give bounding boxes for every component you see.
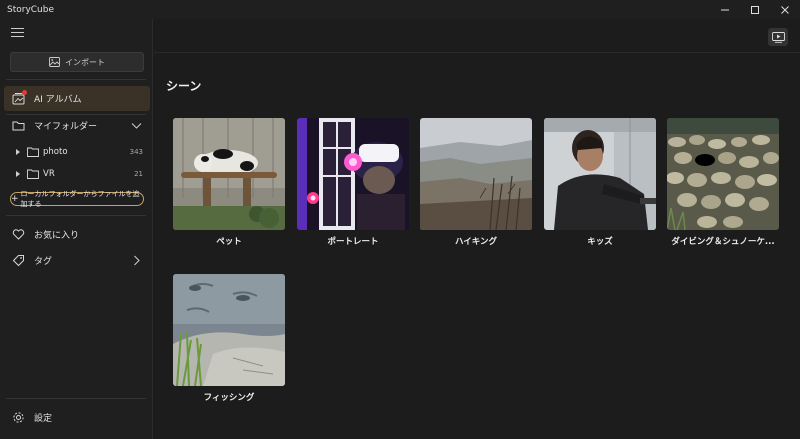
scene-card-diving[interactable]: ダイビング＆シュノーケ... bbox=[667, 118, 779, 252]
slideshow-icon bbox=[771, 31, 785, 43]
stones-photo bbox=[667, 118, 779, 230]
maximize-button[interactable] bbox=[740, 0, 770, 19]
panda-photo bbox=[173, 118, 285, 230]
hamburger-menu-icon[interactable] bbox=[11, 27, 24, 38]
my-folders-label: マイフォルダー bbox=[34, 122, 98, 132]
ai-album-label: AI アルバム bbox=[34, 95, 82, 105]
favorites-label: お気に入り bbox=[34, 231, 80, 241]
scene-card-kids[interactable]: キッズ bbox=[544, 118, 656, 252]
plus-icon: + bbox=[11, 194, 19, 204]
section-title: シーン bbox=[166, 79, 202, 93]
close-button[interactable] bbox=[770, 0, 800, 19]
folder-item-photo[interactable]: photo 343 bbox=[14, 143, 146, 161]
scene-label: フィッシング bbox=[203, 393, 255, 403]
image-icon bbox=[49, 57, 60, 67]
add-local-folder-button[interactable]: + ローカルフォルダーからファイルを追加する bbox=[10, 190, 144, 208]
sidebar-item-ai-album[interactable]: AI アルバム bbox=[4, 86, 150, 111]
gear-icon bbox=[12, 412, 24, 423]
slideshow-button[interactable] bbox=[768, 28, 788, 46]
close-icon bbox=[781, 5, 789, 14]
tag-icon bbox=[12, 255, 24, 267]
main-toolbar bbox=[154, 19, 800, 53]
scene-label: ハイキング bbox=[454, 237, 498, 247]
scene-thumbnail[interactable] bbox=[173, 274, 285, 386]
scene-thumbnail[interactable] bbox=[544, 118, 656, 230]
scene-label: ペット bbox=[216, 237, 242, 247]
scene-label: ダイビング＆シュノーケ... bbox=[671, 237, 775, 247]
folder-count: 21 bbox=[134, 170, 143, 178]
scene-card-pets[interactable]: ペット bbox=[173, 118, 285, 252]
sidebar-item-settings[interactable]: 設定 bbox=[4, 405, 150, 430]
water-rocks-photo bbox=[173, 274, 285, 386]
folder-name: VR bbox=[43, 169, 55, 179]
divider bbox=[6, 215, 146, 216]
import-label: インポート bbox=[65, 57, 105, 67]
notification-dot bbox=[22, 89, 27, 95]
scene-card-portrait[interactable]: ポートレート bbox=[297, 118, 409, 252]
scene-thumbnail[interactable] bbox=[667, 118, 779, 230]
scene-thumbnail[interactable] bbox=[297, 118, 409, 230]
add-folder-label: ローカルフォルダーからファイルを追加する bbox=[20, 190, 140, 208]
sidebar-item-tags[interactable]: タグ bbox=[4, 248, 150, 273]
sidebar: インポート AI アルバム マイフォルダー photo 343 VR 21 + … bbox=[0, 19, 153, 439]
folder-name: photo bbox=[43, 147, 68, 157]
folder-count: 343 bbox=[129, 148, 143, 156]
heart-icon bbox=[12, 229, 24, 240]
scene-card-fishing[interactable]: フィッシング bbox=[173, 274, 285, 408]
expand-arrow-icon[interactable] bbox=[14, 170, 22, 178]
expand-arrow-icon[interactable] bbox=[14, 148, 22, 156]
title-bar: StoryCube bbox=[0, 0, 800, 19]
mountain-landscape-photo bbox=[420, 118, 532, 230]
folder-icon bbox=[12, 121, 24, 131]
minimize-icon bbox=[721, 9, 729, 10]
scene-thumbnail[interactable] bbox=[420, 118, 532, 230]
scene-label: ポートレート bbox=[327, 237, 379, 247]
app-title: StoryCube bbox=[7, 4, 55, 15]
scene-thumbnail[interactable] bbox=[173, 118, 285, 230]
main-content: シーン ペット ポートレート ハイキング キッズ ダイビング＆シュノーケ... … bbox=[154, 19, 800, 439]
vr-portrait-photo bbox=[297, 118, 409, 230]
sidebar-item-favorites[interactable]: お気に入り bbox=[4, 222, 150, 247]
settings-label: 設定 bbox=[34, 414, 53, 424]
divider bbox=[6, 398, 146, 399]
import-button[interactable]: インポート bbox=[10, 52, 144, 72]
folder-icon bbox=[27, 147, 39, 157]
folder-item-vr[interactable]: VR 21 bbox=[14, 165, 146, 183]
divider bbox=[6, 79, 146, 80]
app-window: StoryCube インポート AI アルバム マイフォルダー photo 34… bbox=[0, 0, 800, 439]
chevron-right-icon[interactable] bbox=[131, 255, 142, 266]
scene-card-hiking[interactable]: ハイキング bbox=[420, 118, 532, 252]
tags-label: タグ bbox=[34, 257, 53, 267]
sidebar-item-my-folders[interactable]: マイフォルダー bbox=[4, 113, 150, 138]
scene-label: キッズ bbox=[587, 237, 613, 247]
folder-icon bbox=[27, 169, 39, 179]
minimize-button[interactable] bbox=[710, 0, 740, 19]
person-photo bbox=[544, 118, 656, 230]
window-controls bbox=[710, 0, 800, 19]
maximize-icon bbox=[751, 5, 759, 14]
chevron-down-icon[interactable] bbox=[131, 120, 142, 131]
